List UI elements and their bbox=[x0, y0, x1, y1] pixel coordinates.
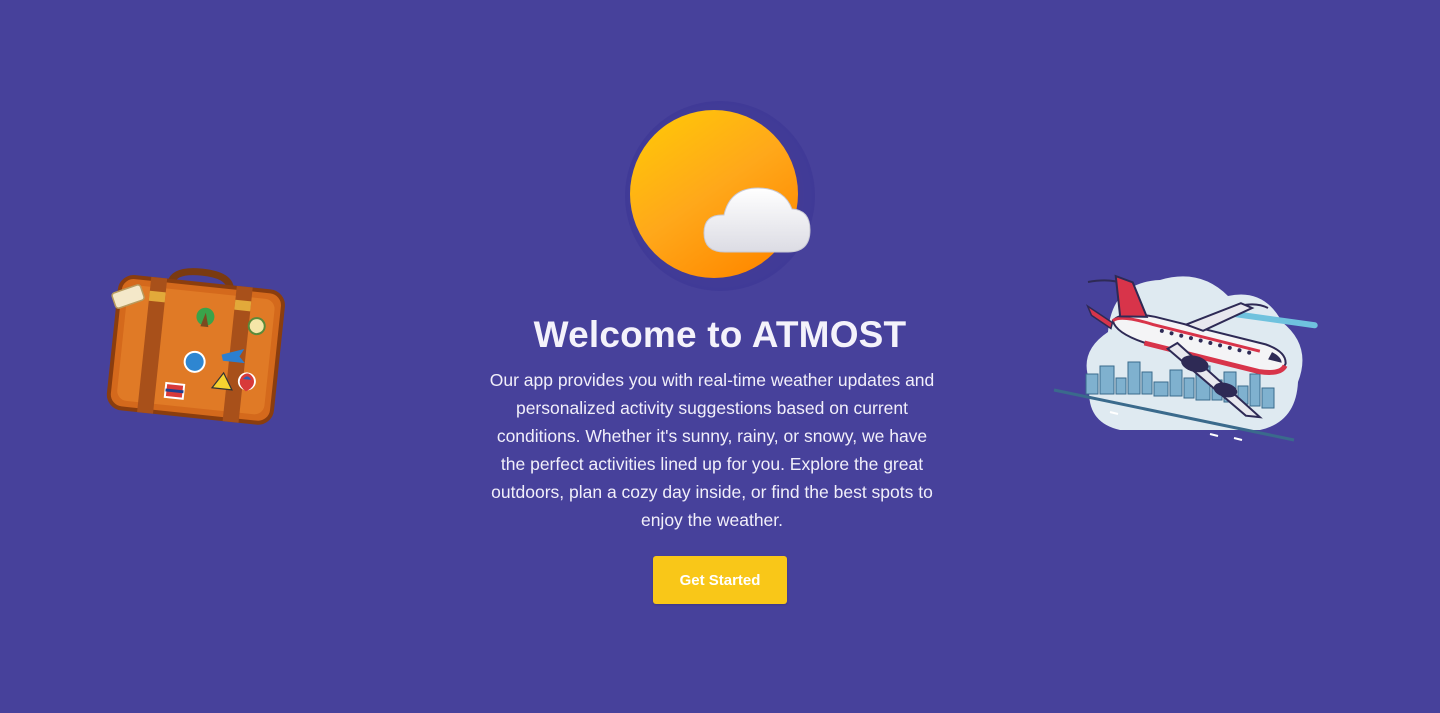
welcome-page: Welcome to ATMOST Our app provides you w… bbox=[0, 0, 1440, 713]
page-title: Welcome to ATMOST bbox=[533, 314, 907, 355]
airplane-city-illustration bbox=[1053, 274, 1318, 442]
sun-cloud-icon bbox=[622, 100, 818, 294]
get-started-button[interactable]: Get Started bbox=[653, 556, 787, 604]
suitcase-illustration bbox=[106, 268, 285, 425]
intro-description: Our app provides you with real-time weat… bbox=[489, 370, 935, 530]
